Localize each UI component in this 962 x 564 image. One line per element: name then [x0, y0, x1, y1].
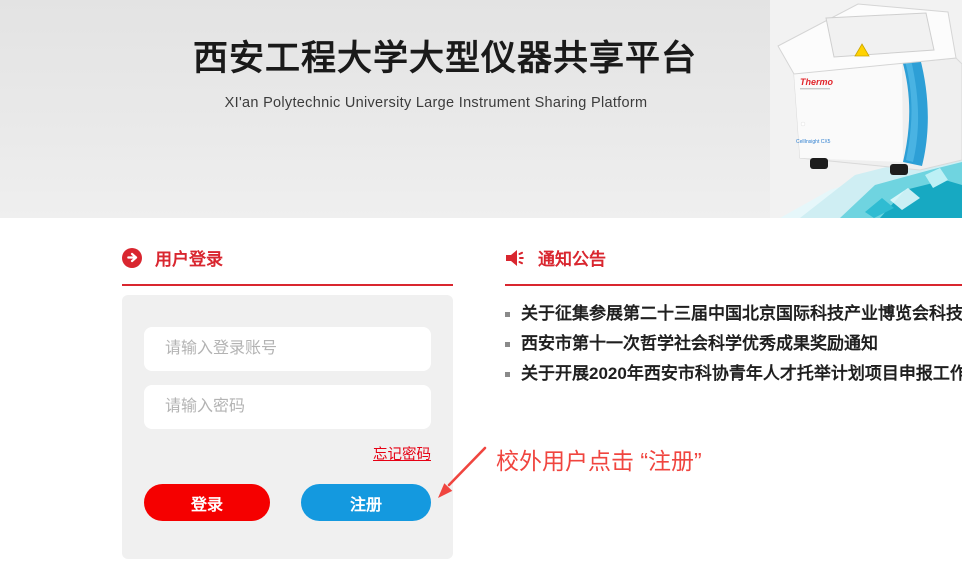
- forgot-password-row: 忘记密码: [144, 443, 431, 464]
- bullet-square-icon: [505, 342, 510, 347]
- login-section-header: 用户登录: [122, 245, 453, 286]
- account-input[interactable]: [144, 327, 431, 371]
- notice-section-header: 通知公告: [505, 245, 962, 286]
- login-button[interactable]: 登录: [144, 484, 270, 521]
- arrow-circle-icon: [122, 248, 142, 268]
- notice-list-item[interactable]: 关于开展2020年西安市科协青年人才托举计划项目申报工作的通知: [505, 359, 962, 389]
- bullet-square-icon: [505, 372, 510, 377]
- notice-section-title: 通知公告: [538, 245, 606, 270]
- notice-list-item[interactable]: 西安市第十一次哲学社会科学优秀成果奖励通知: [505, 329, 962, 359]
- page-header: 西安工程大学大型仪器共享平台 XI'an Polytechnic Univers…: [0, 0, 962, 218]
- notice-item-text: 西安市第十一次哲学社会科学优秀成果奖励通知: [521, 334, 878, 353]
- login-card: 忘记密码 登录 注册: [122, 295, 453, 559]
- password-input[interactable]: [144, 385, 431, 429]
- instrument-photo-illustration: Thermo CellInsight CX5: [770, 0, 962, 218]
- forgot-password-link[interactable]: 忘记密码: [373, 447, 431, 463]
- header-title-block: 西安工程大学大型仪器共享平台 XI'an Polytechnic Univers…: [193, 30, 679, 111]
- register-button[interactable]: 注册: [301, 484, 431, 521]
- notice-list-item[interactable]: 关于征集参展第二十三届中国北京国际科技产业博览会科技成果: [505, 299, 962, 329]
- page-title: 西安工程大学大型仪器共享平台: [193, 30, 679, 81]
- login-section-title: 用户登录: [155, 245, 223, 270]
- notice-section: 通知公告 关于征集参展第二十三届中国北京国际科技产业博览会科技成果 西安市第十一…: [505, 245, 962, 389]
- svg-text:CellInsight CX5: CellInsight CX5: [796, 139, 831, 145]
- svg-text:Thermo: Thermo: [800, 77, 834, 87]
- bullet-square-icon: [505, 312, 510, 317]
- page-subtitle: XI'an Polytechnic University Large Instr…: [193, 95, 679, 111]
- notice-item-text: 关于开展2020年西安市科协青年人才托举计划项目申报工作的通知: [521, 364, 962, 383]
- annotation-arrow-icon: [430, 444, 492, 504]
- notice-item-text: 关于征集参展第二十三届中国北京国际科技产业博览会科技成果: [521, 304, 962, 323]
- login-buttons-row: 登录 注册: [144, 484, 431, 521]
- login-section: 用户登录 忘记密码 登录 注册: [122, 245, 453, 559]
- megaphone-icon: [505, 248, 525, 268]
- annotation-label: 校外用户点击 “注册”: [496, 442, 702, 476]
- notice-list: 关于征集参展第二十三届中国北京国际科技产业博览会科技成果 西安市第十一次哲学社会…: [505, 299, 962, 389]
